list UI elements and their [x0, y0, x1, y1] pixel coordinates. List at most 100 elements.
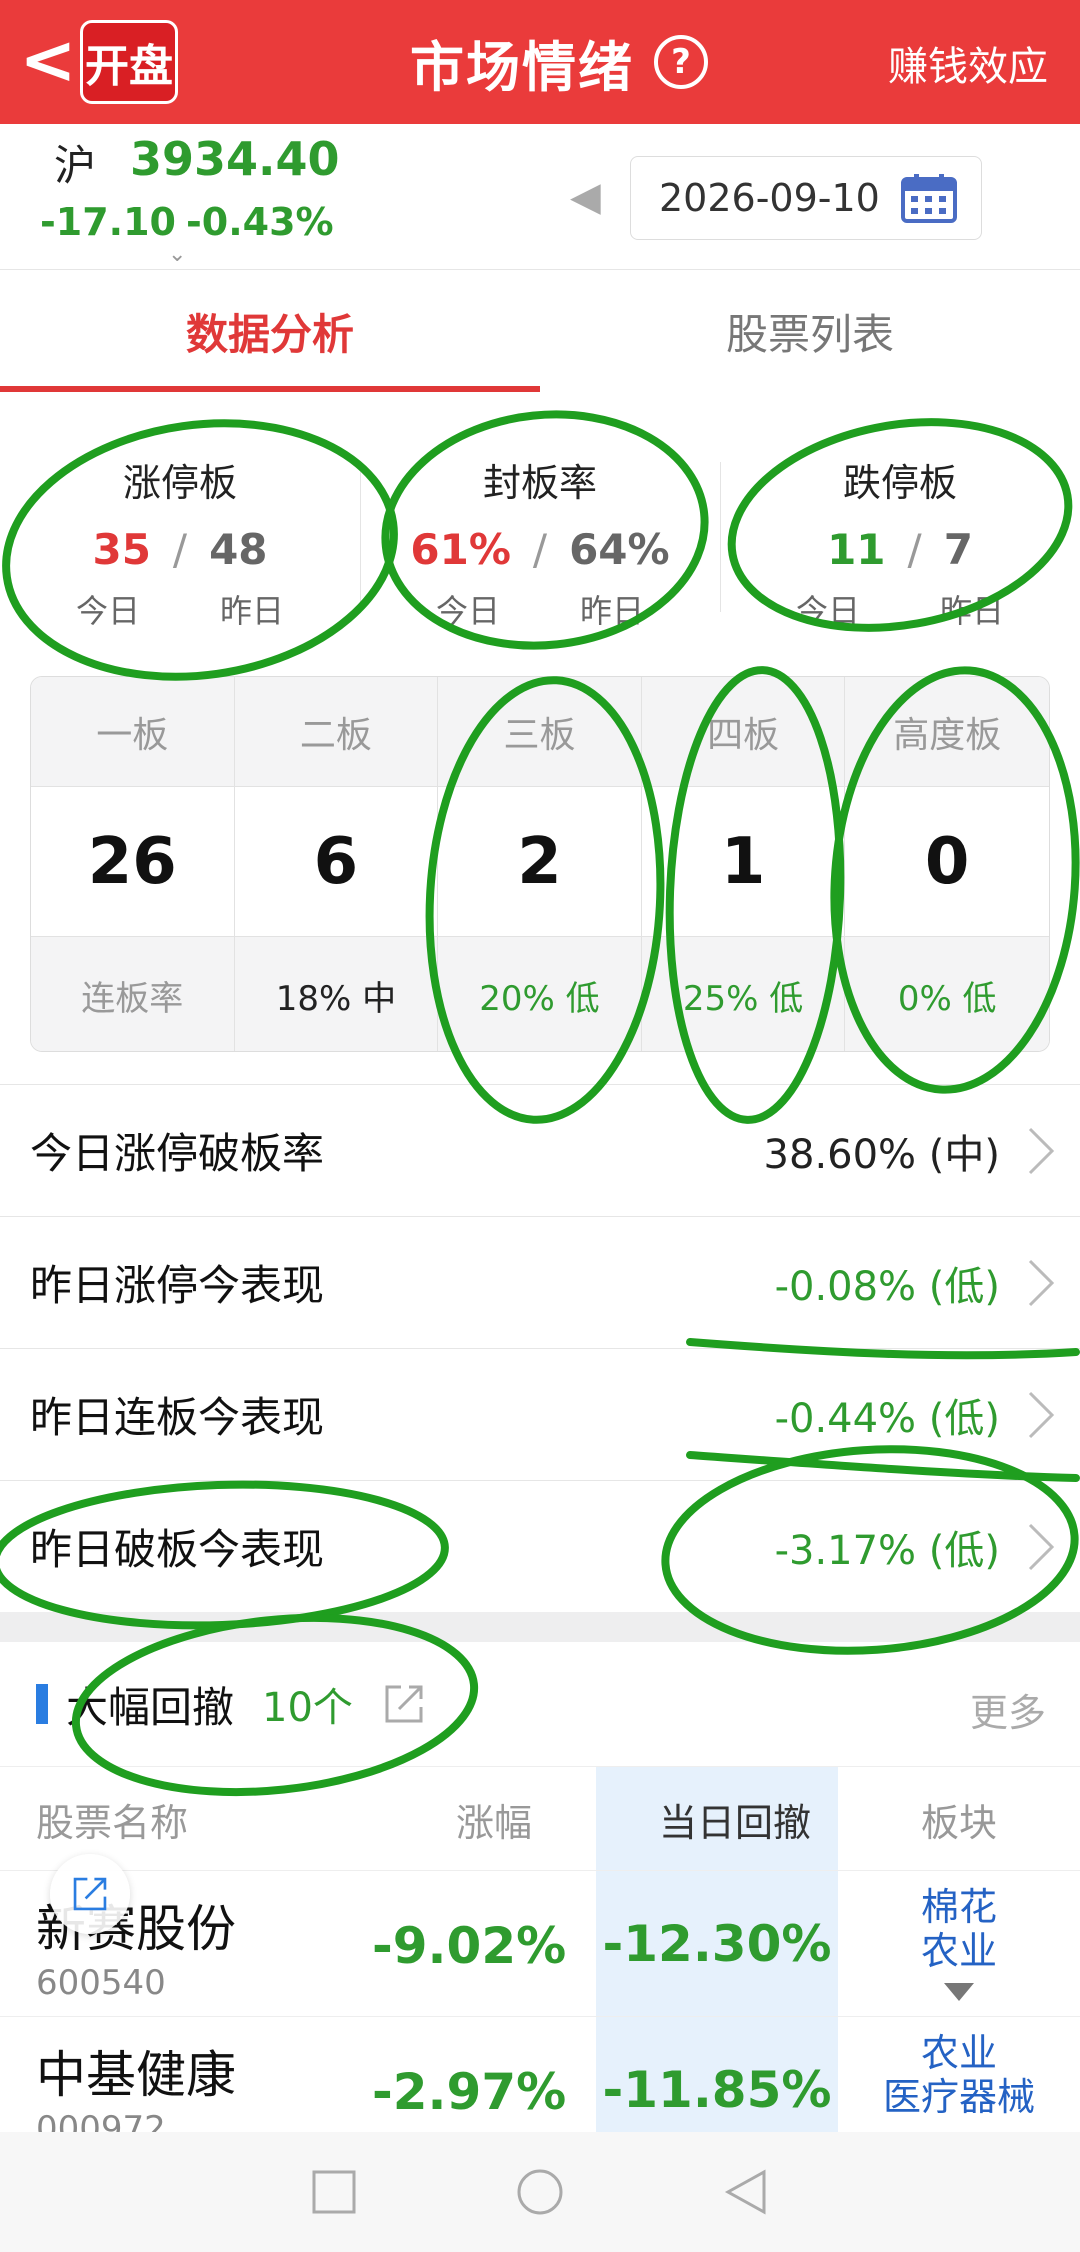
pullback-count: 10个: [262, 1685, 353, 1731]
row-value: -0.44% (低): [774, 1395, 1000, 1442]
seal-rate-stat[interactable]: 封板率 61% / 64% 今日 昨日: [360, 392, 720, 646]
row-label: 今日涨停破板率: [30, 1129, 325, 1178]
chevron-right-icon: [1028, 1523, 1055, 1570]
today-label: 今日: [435, 592, 500, 630]
board-count[interactable]: 0: [845, 787, 1049, 937]
stat-title: 跌停板: [842, 461, 957, 505]
stat-values: 61% / 64%: [410, 525, 669, 574]
date-text: 2026-09-10: [659, 176, 880, 220]
stat-sep: /: [907, 525, 922, 574]
sector-line: 医疗器械: [882, 2075, 1035, 2119]
board-header: 高度板: [845, 677, 1049, 787]
stat-today: 35: [92, 525, 151, 574]
performance-list: 今日涨停破板率 38.60% (中) 昨日涨停今表现 -0.08% (低) 昨日…: [0, 1084, 1080, 1612]
board-header: 四板: [641, 677, 846, 787]
pullback-table-header: 股票名称 涨幅 当日回撤 板块: [0, 1766, 1080, 1871]
sector-line: 棉花: [920, 1885, 997, 1929]
section-divider: [0, 1612, 1080, 1642]
index-change: -17.10: [40, 200, 176, 244]
date-picker[interactable]: 2026-09-10: [630, 156, 982, 240]
row-value: -0.08% (低): [774, 1263, 1000, 1310]
calendar-icon: [900, 174, 957, 223]
row-value: -3.17% (低): [774, 1527, 1000, 1574]
tab-bar: 数据分析 股票列表: [0, 270, 1080, 392]
col-change[interactable]: 涨幅: [456, 1767, 532, 1871]
money-effect-button[interactable]: 赚钱效应: [888, 34, 1048, 92]
stat-yesterday: 7: [943, 525, 973, 574]
index-expand-icon[interactable]: ⌄: [168, 242, 186, 267]
stock-pullback: -11.85%: [596, 2017, 838, 2132]
row-yesterday-broken[interactable]: 昨日破板今表现 -3.17% (低): [0, 1480, 1080, 1612]
board-header: 三板: [438, 677, 642, 787]
index-change-pct: -0.43%: [186, 200, 334, 244]
tab-stock-list[interactable]: 股票列表: [540, 270, 1080, 392]
app-header: < 开盘 市场情绪 ? 赚钱效应: [0, 0, 1080, 124]
stock-pullback: -12.30%: [596, 1871, 838, 2017]
stat-yesterday: 48: [209, 525, 268, 574]
pullback-header: 大幅回撤 10个 更多: [0, 1642, 1080, 1766]
today-label: 今日: [795, 592, 860, 630]
back-button[interactable]: <: [18, 26, 78, 96]
stat-yesterday: 64%: [569, 525, 670, 574]
stat-today: 11: [827, 525, 886, 574]
table-row[interactable]: 新赛股份 600540 -9.02% -12.30% 棉花 农业: [0, 1870, 1080, 2017]
stock-name: 中基健康: [36, 2046, 236, 2104]
index-bar: 沪 3934.40 -17.10 -0.43% ⌄ ◀ 2026-09-10: [0, 124, 1080, 270]
share-icon[interactable]: [379, 1679, 429, 1729]
stock-change: -9.02%: [372, 1917, 567, 1975]
limit-down-stat[interactable]: 跌停板 11 / 7 今日 昨日: [720, 392, 1080, 646]
tab-data-analysis[interactable]: 数据分析: [0, 270, 540, 392]
board-count[interactable]: 26: [31, 787, 235, 937]
stock-sector[interactable]: 棉花 农业: [838, 1885, 1080, 1973]
board-count[interactable]: 1: [641, 787, 846, 937]
prev-date-icon[interactable]: ◀: [570, 174, 601, 220]
row-value: 38.60% (中): [763, 1131, 1000, 1178]
col-pullback[interactable]: 当日回撤: [596, 1767, 838, 1871]
row-break-rate[interactable]: 今日涨停破板率 38.60% (中): [0, 1084, 1080, 1216]
limit-stats: 涨停板 35 / 48 今日 昨日 封板率 61% / 64% 今日 昨日 跌停…: [0, 392, 1080, 646]
row-yesterday-consecutive[interactable]: 昨日连板今表现 -0.44% (低): [0, 1348, 1080, 1480]
today-label: 今日: [75, 592, 140, 630]
sector-line: 农业: [920, 2031, 997, 2075]
yesterday-label: 昨日: [220, 592, 285, 630]
title-wrap: 市场情绪 ?: [410, 22, 708, 102]
expand-triangle-icon[interactable]: [944, 1983, 974, 2001]
board-count[interactable]: 2: [438, 787, 642, 937]
col-stock-name[interactable]: 股票名称: [36, 1767, 188, 1871]
col-sector[interactable]: 板块: [838, 1767, 1080, 1871]
board-rate: 18% 中: [234, 937, 439, 1051]
help-icon[interactable]: ?: [654, 35, 708, 89]
board-rate: 20% 低: [438, 937, 642, 1051]
stock-code: 000972: [36, 2109, 166, 2132]
row-label: 昨日涨停今表现: [30, 1261, 325, 1310]
row-label: 昨日连板今表现: [30, 1393, 325, 1442]
stat-sep: /: [532, 525, 548, 574]
back-triangle-icon[interactable]: [718, 2164, 774, 2220]
home-circle-icon[interactable]: [512, 2164, 568, 2220]
recents-square-icon[interactable]: [306, 2164, 362, 2220]
stat-sub: 今日 昨日: [796, 586, 1004, 632]
board-header: 一板: [31, 677, 235, 787]
system-nav-bar: [0, 2132, 1080, 2252]
chevron-right-icon: [1028, 1127, 1055, 1174]
board-rate: 0% 低: [845, 937, 1049, 1051]
yesterday-label: 昨日: [580, 592, 645, 630]
stat-title: 涨停板: [122, 461, 237, 505]
limit-up-stat[interactable]: 涨停板 35 / 48 今日 昨日: [0, 392, 360, 646]
yesterday-label: 昨日: [940, 592, 1005, 630]
stock-change: -2.97%: [372, 2063, 567, 2121]
stock-sector[interactable]: 农业 医疗器械: [838, 2031, 1080, 2119]
page-title: 市场情绪: [410, 35, 634, 99]
app-logo: 开盘: [80, 20, 178, 104]
index-name: 沪: [54, 141, 97, 190]
board-rate: 25% 低: [641, 937, 846, 1051]
board-header: 二板: [234, 677, 439, 787]
table-row[interactable]: 中基健康 000972 -2.97% -11.85% 农业 医疗器械: [0, 2016, 1080, 2132]
index-value: 3934.40: [130, 132, 340, 186]
stat-values: 35 / 48: [92, 525, 267, 574]
floating-share-button[interactable]: [50, 1854, 130, 1934]
more-link[interactable]: 更多: [970, 1682, 1046, 1737]
board-count[interactable]: 6: [234, 787, 439, 937]
row-yesterday-limit-up[interactable]: 昨日涨停今表现 -0.08% (低): [0, 1216, 1080, 1348]
stock-code: 600540: [36, 1963, 166, 2003]
